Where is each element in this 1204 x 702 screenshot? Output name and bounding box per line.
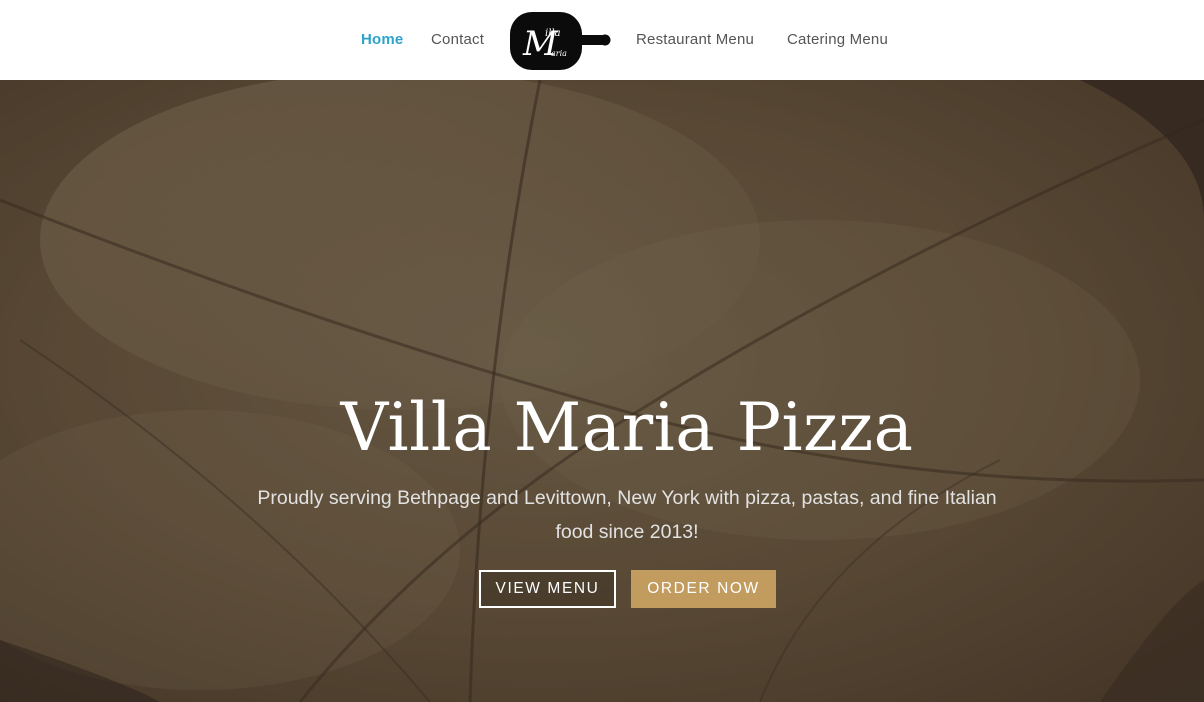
site-header: Home Contact M illa aria Restaurant Menu… (0, 0, 1204, 80)
pizza-peel-logo-icon: M illa aria (510, 12, 611, 70)
logo-text-top: illa (545, 28, 561, 39)
order-now-button[interactable]: ORDER NOW (631, 570, 776, 608)
hero-title: Villa Maria Pizza (340, 389, 914, 466)
logo[interactable]: M illa aria (509, 11, 611, 71)
hero-section: Villa Maria Pizza Proudly serving Bethpa… (0, 80, 1204, 702)
view-menu-button[interactable]: VIEW MENU (479, 570, 616, 608)
nav-home[interactable]: Home (361, 31, 403, 49)
nav-restaurant-menu[interactable]: Restaurant Menu (636, 31, 754, 49)
logo-text-bottom: aria (551, 49, 567, 58)
hero-subtitle: Proudly serving Bethpage and Levittown, … (257, 487, 997, 543)
nav-contact[interactable]: Contact (431, 31, 484, 49)
nav-catering-menu[interactable]: Catering Menu (787, 31, 888, 49)
